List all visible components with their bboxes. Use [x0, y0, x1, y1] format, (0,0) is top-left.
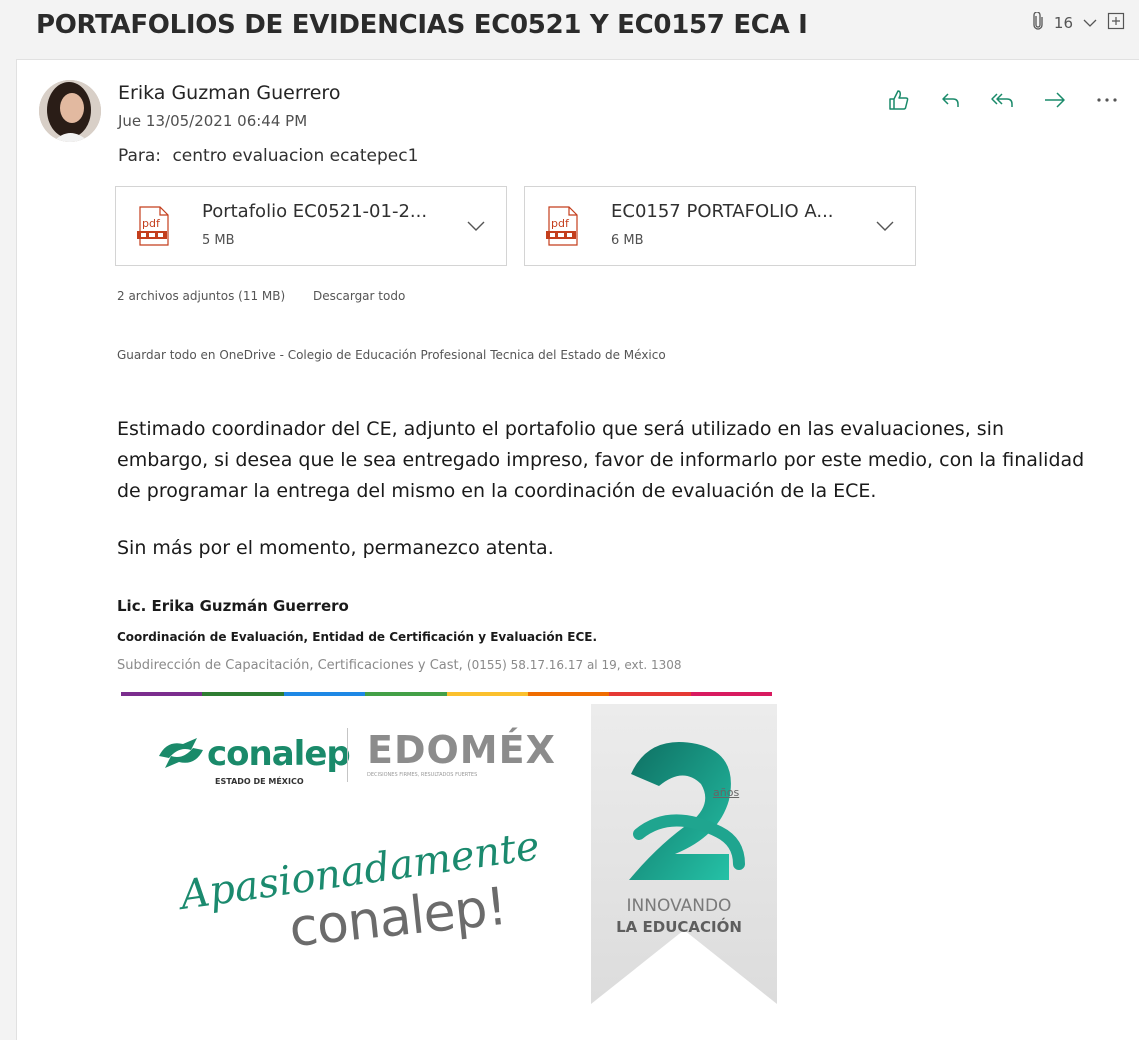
expand-icon[interactable]: [1107, 12, 1125, 34]
ribbon-line1: INNOVANDO: [626, 896, 732, 916]
color-bar-segment: [446, 692, 528, 696]
forward-icon[interactable]: [1041, 86, 1069, 114]
attachment-count[interactable]: 16: [1054, 14, 1073, 32]
signature-department: Coordinación de Evaluación, Entidad de C…: [117, 630, 598, 644]
color-bar-segment: [609, 692, 691, 696]
signature-phone: (0155) 58.17.16.17 al 19, ext. 1308: [466, 658, 682, 672]
chevron-down-icon[interactable]: [875, 217, 895, 236]
conalep-logo-icon: [157, 734, 205, 776]
color-bar-segment: [283, 692, 366, 696]
signature-name: Lic. Erika Guzmán Guerrero: [117, 597, 349, 615]
anniversary-ribbon: [579, 704, 789, 1018]
sender-name[interactable]: Erika Guzman Guerrero: [118, 82, 340, 104]
subject-tools: 16: [1032, 11, 1125, 34]
edomex-logo-text: EDOMÉX: [367, 728, 556, 772]
download-all-link[interactable]: Descargar todo: [313, 289, 405, 303]
save-onedrive-link[interactable]: Guardar todo en OneDrive - Colegio de Ed…: [117, 348, 666, 362]
more-icon[interactable]: [1093, 86, 1121, 114]
attachment-name[interactable]: EC0157 PORTAFOLIO A...: [611, 201, 834, 222]
attachment-size: 6 MB: [611, 233, 644, 248]
attachment-size: 5 MB: [202, 233, 235, 248]
like-icon[interactable]: [885, 86, 913, 114]
ribbon-line2: LA EDUCACIÓN: [616, 918, 742, 936]
signature-banner: conalep ESTADO DE MÉXICO EDOMÉX DECISION…: [121, 700, 777, 1030]
message-body: Estimado coordinador del CE, adjunto el …: [117, 418, 1085, 502]
to-label: Para:: [118, 146, 162, 166]
pdf-icon: pdf: [134, 205, 174, 251]
chevron-down-icon[interactable]: [1083, 14, 1097, 32]
signature-subdirection: Subdirección de Capacitación, Certificac…: [117, 658, 463, 673]
chevron-down-icon[interactable]: [466, 217, 486, 236]
color-bar-segment: [202, 692, 284, 696]
attachment-name[interactable]: Portafolio EC0521-01-2...: [202, 201, 427, 222]
paperclip-icon[interactable]: [1032, 11, 1044, 34]
conalep-logo-subtitle: ESTADO DE MÉXICO: [215, 777, 304, 786]
message-card: Erika Guzman Guerrero Jue 13/05/2021 06:…: [16, 59, 1139, 1040]
avatar[interactable]: [39, 80, 101, 142]
color-bar-segment: [365, 692, 447, 696]
recipient[interactable]: centro evaluacion ecatepec1: [172, 146, 418, 166]
attachment-card[interactable]: pdf EC0157 PORTAFOLIO A... 6 MB: [524, 186, 916, 266]
sent-date: Jue 13/05/2021 06:44 PM: [118, 112, 308, 130]
signature-contact: Subdirección de Capacitación, Certificac…: [117, 658, 682, 673]
conalep-logo-text: conalep: [207, 734, 351, 774]
svg-text:pdf: pdf: [551, 217, 570, 230]
color-bar-segment: [121, 692, 203, 696]
pdf-icon: pdf: [543, 205, 583, 251]
attachments-count-text: 2 archivos adjuntos (11 MB): [117, 289, 286, 303]
message-closing: Sin más por el momento, permanezco atent…: [117, 537, 554, 559]
email-subject: PORTAFOLIOS DE EVIDENCIAS EC0521 Y EC015…: [36, 10, 808, 40]
ribbon-anos: años: [713, 786, 740, 799]
logo-divider: [347, 728, 348, 782]
edomex-logo-subtitle: DECISIONES FIRMES, RESULTADOS FUERTES: [367, 772, 478, 778]
svg-text:pdf: pdf: [142, 217, 161, 230]
color-bar-segment: [690, 692, 772, 696]
color-bar-segment: [527, 692, 610, 696]
attachment-card[interactable]: pdf Portafolio EC0521-01-2... 5 MB: [115, 186, 507, 266]
recipient-line: Para: centro evaluacion ecatepec1: [118, 146, 418, 166]
signature-color-bar: [121, 692, 772, 696]
reply-icon[interactable]: [937, 86, 965, 114]
message-actions: [885, 86, 1121, 114]
attachments-summary: 2 archivos adjuntos (11 MB) Descargar to…: [117, 289, 405, 303]
reply-all-icon[interactable]: [989, 86, 1017, 114]
